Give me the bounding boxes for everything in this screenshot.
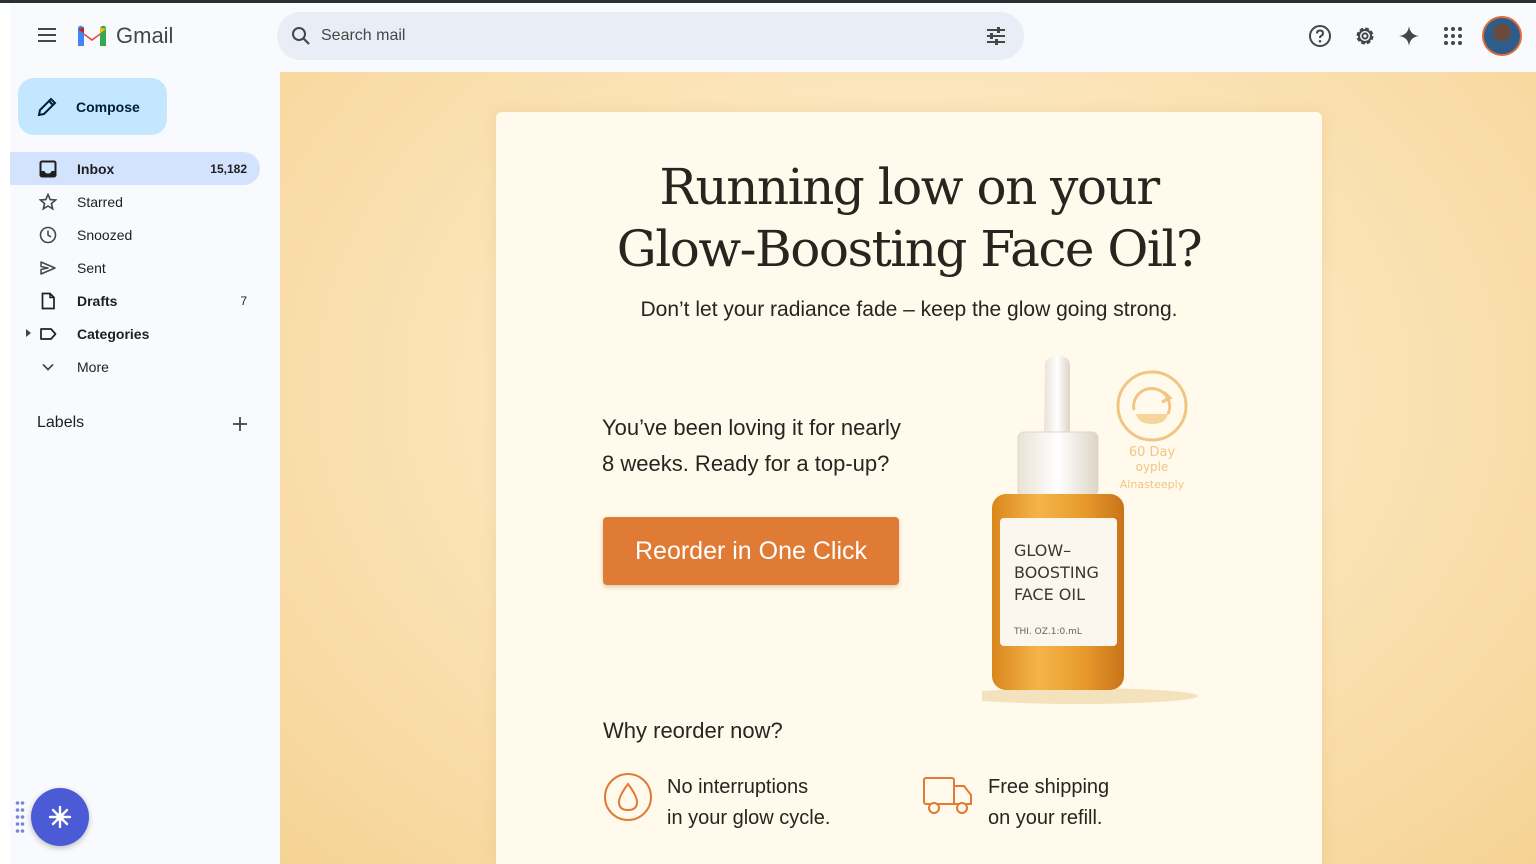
why-reorder-heading: Why reorder now? [603, 718, 783, 743]
chevron-down-icon [42, 363, 54, 371]
expand-caret-icon[interactable] [26, 329, 31, 337]
add-label-plus-icon[interactable] [230, 414, 250, 434]
sidebar-item-categories[interactable]: Categories [10, 317, 260, 350]
sidebar-nav: Inbox 15,182 Starred Snoozed Sent Drafts… [10, 152, 260, 383]
sparkle-flower-icon [48, 805, 72, 829]
benefit-line-2: on your refill. [988, 807, 1103, 829]
sidebar-item-label: More [77, 358, 109, 375]
gemini-sparkle-icon[interactable] [1397, 24, 1421, 48]
bottle-label-line-2: BOOSTING [1014, 563, 1099, 582]
sidebar-item-label: Sent [77, 259, 106, 276]
sidebar-item-label: Snoozed [77, 226, 133, 243]
bottle-label-line-3: FACE OIL [1014, 585, 1085, 604]
reorder-one-click-button[interactable]: Reorder in One Click [603, 517, 899, 585]
bottle-label-volume: THI. OZ.1:0.mL [1013, 627, 1082, 637]
compose-button[interactable]: Compose [18, 78, 167, 135]
sidebar-item-label: Starred [77, 193, 123, 210]
inbox-unread-count: 15,182 [210, 161, 247, 176]
inbox-icon [39, 160, 57, 177]
left-edge [0, 3, 10, 864]
email-subheadline: Don’t let your radiance fade – keep the … [640, 298, 1178, 321]
sidebar-item-sent[interactable]: Sent [10, 251, 260, 284]
truck-icon [923, 777, 972, 814]
bottle-label-line-1: GLOW– [1014, 541, 1071, 560]
clock-icon [39, 226, 57, 243]
email-headline: Running low on your Glow-Boosting Face O… [513, 156, 1305, 280]
gmail-logo[interactable]: Gmail [76, 23, 173, 49]
headline-line-2: Glow-Boosting Face Oil? [616, 220, 1203, 278]
app-name: Gmail [116, 23, 174, 48]
search-icon[interactable] [291, 26, 311, 46]
labels-heading: Labels [37, 414, 85, 431]
search-bar[interactable] [277, 12, 1024, 60]
benefit-line-1: No interruptions [667, 776, 809, 798]
top-bar: Gmail [10, 3, 1536, 69]
badge-line-1: 60 Day [1129, 445, 1176, 460]
settings-gear-icon[interactable] [1353, 24, 1377, 48]
star-icon [39, 192, 57, 210]
hamburger-menu-icon[interactable] [36, 26, 58, 44]
benefit-free-shipping: Free shipping on your refill. [922, 772, 1188, 834]
sidebar-item-snoozed[interactable]: Snoozed [10, 218, 260, 251]
sidebar-item-label: Inbox [77, 160, 115, 177]
pencil-icon [37, 97, 57, 116]
benefit-line-1: Free shipping [988, 776, 1110, 798]
search-options-icon[interactable] [985, 25, 1007, 47]
account-avatar[interactable] [1482, 16, 1522, 56]
apps-grid-icon[interactable] [1441, 24, 1465, 48]
sidebar-item-more[interactable]: More [10, 350, 260, 383]
draft-file-icon [41, 292, 55, 309]
sidebar-item-starred[interactable]: Starred [10, 185, 260, 218]
badge-line-3: Alnasteeply [1120, 478, 1185, 490]
headline-line-1: Running low on your [659, 158, 1160, 216]
help-icon[interactable] [1308, 24, 1332, 48]
benefit-line-2: in your glow cycle. [667, 807, 831, 829]
sidebar-item-inbox[interactable]: Inbox 15,182 [10, 152, 260, 185]
sidebar-item-drafts[interactable]: Drafts 7 [10, 284, 260, 317]
compose-label: Compose [76, 98, 140, 115]
label-tag-icon [40, 327, 57, 340]
search-input[interactable] [321, 22, 961, 50]
drop-icon [604, 773, 652, 821]
gmail-m-icon [78, 25, 106, 46]
drafts-count: 7 [240, 293, 247, 308]
sidebar-item-label: Categories [77, 325, 150, 342]
sidebar-item-label: Drafts [77, 292, 118, 309]
badge-line-2: oyple [1136, 460, 1169, 474]
usage-message: You’ve been loving it for nearly 8 weeks… [602, 410, 942, 482]
send-icon [40, 260, 56, 275]
usage-line-1: You’ve been loving it for nearly [602, 415, 901, 440]
drag-handle-dots-icon[interactable] [15, 800, 25, 836]
assistant-fab-button[interactable] [31, 788, 89, 846]
benefit-no-interruptions: No interruptions in your glow cycle. [603, 772, 867, 834]
refill-cycle-badge: 60 Day oyple Alnasteeply [1116, 370, 1188, 490]
usage-line-2: 8 weeks. Ready for a top-up? [602, 451, 890, 476]
email-card: Running low on your Glow-Boosting Face O… [496, 112, 1322, 864]
